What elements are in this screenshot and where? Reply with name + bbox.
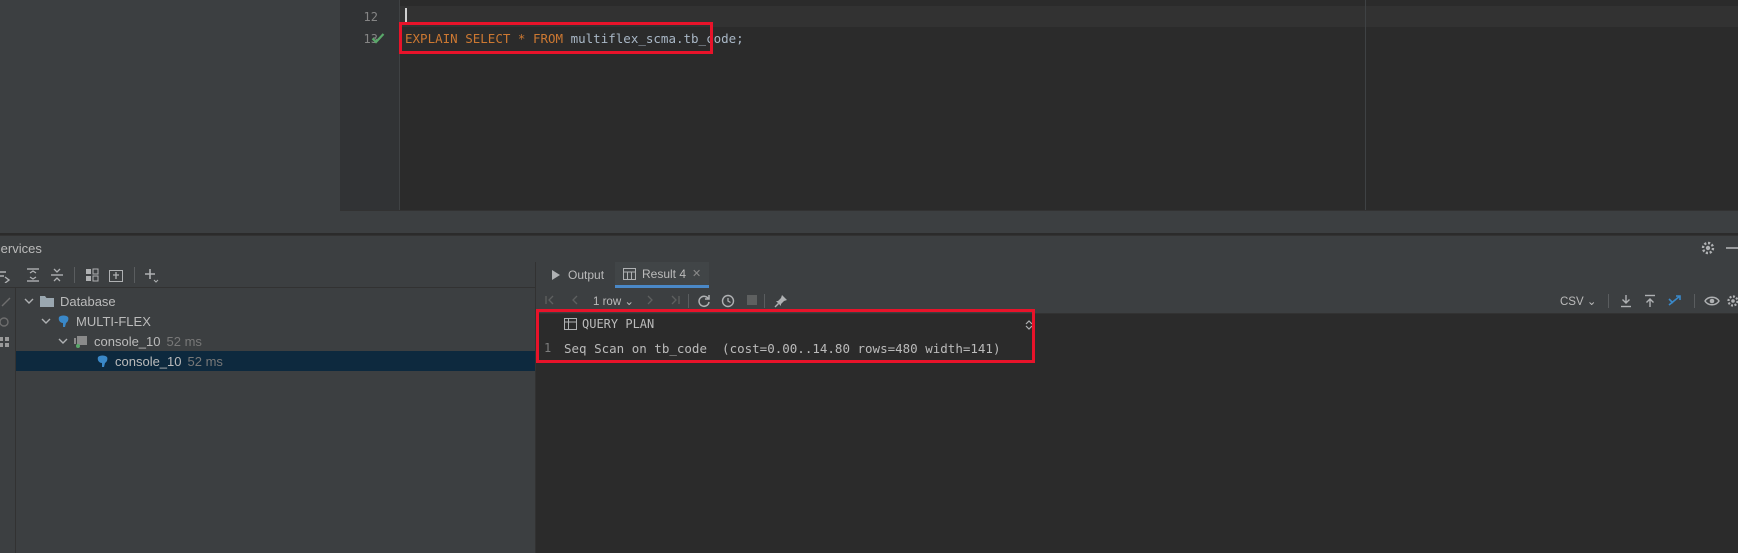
minimize-icon[interactable] <box>1726 241 1738 255</box>
toolbar-separator <box>134 267 135 283</box>
tree-node-console-selected[interactable]: console_10 52 ms <box>16 351 535 371</box>
export-format: CSV <box>1560 296 1584 308</box>
services-toolbar <box>0 262 535 288</box>
tree-label: console_10 <box>115 353 182 369</box>
services-panel: Services <box>0 235 1738 553</box>
postgres-icon <box>58 315 69 327</box>
output-icon <box>552 270 560 280</box>
tree-node-database[interactable]: Database <box>16 291 535 311</box>
toolbar-separator <box>764 294 765 308</box>
clock-icon[interactable] <box>721 294 735 308</box>
layout-icon[interactable] <box>0 336 10 348</box>
rows-count: 1 row <box>593 296 622 308</box>
group-by-icon[interactable] <box>84 267 100 283</box>
close-icon[interactable]: ✕ <box>692 267 701 280</box>
panel-title: Services <box>0 241 42 256</box>
rows-per-page-select[interactable]: 1 row ⌄ <box>593 294 634 308</box>
chevron-down-icon[interactable] <box>58 336 68 346</box>
highlight-box-sql <box>399 22 713 54</box>
add-service-icon[interactable] <box>143 267 159 283</box>
highlight-box-result <box>536 309 1035 363</box>
expand-all-icon[interactable] <box>25 267 41 283</box>
last-page-icon[interactable] <box>669 294 681 306</box>
editor-gutter: 12 13 <box>340 0 400 210</box>
eye-icon[interactable] <box>1704 294 1720 308</box>
editor-status-strip <box>340 210 1738 233</box>
tree-label: Database <box>60 293 116 309</box>
refresh-icon[interactable] <box>697 294 711 308</box>
chevron-down-icon[interactable] <box>41 316 51 326</box>
checkmark-icon <box>371 33 385 44</box>
chevron-down-icon[interactable] <box>24 296 34 306</box>
execution-time: 52 ms <box>187 353 223 369</box>
line-number: 12 <box>363 10 378 24</box>
tree-label: MULTI-FLEX <box>76 313 151 329</box>
next-page-icon[interactable] <box>644 294 656 306</box>
folder-icon <box>40 296 54 307</box>
stop-icon[interactable] <box>746 294 758 306</box>
edit-icon[interactable] <box>0 296 12 308</box>
compare-icon[interactable] <box>1667 294 1683 308</box>
upload-icon[interactable] <box>1643 294 1657 308</box>
right-margin-guide <box>1365 0 1366 210</box>
run-icon[interactable] <box>0 267 12 283</box>
result-grid[interactable]: QUERY PLAN 1 Seq Scan on tb_code (cost=0… <box>536 309 1738 553</box>
first-page-icon[interactable] <box>544 294 556 306</box>
table-icon <box>623 267 636 280</box>
collapse-all-icon[interactable] <box>49 267 65 283</box>
new-group-icon[interactable] <box>108 267 124 283</box>
tree-node-connection[interactable]: MULTI-FLEX <box>16 311 535 331</box>
services-header: Services <box>0 236 1738 262</box>
tab-result-4[interactable]: Result 4 ✕ <box>615 262 710 288</box>
tab-output[interactable]: Output <box>542 262 612 288</box>
results-tabs: Output Result 4 ✕ <box>536 262 1738 288</box>
tree-label: console_10 <box>94 333 161 349</box>
export-format-select[interactable]: CSV ⌄ <box>1560 294 1597 308</box>
pin-icon[interactable] <box>774 294 788 308</box>
left-panel-background <box>0 0 340 233</box>
settings-icon[interactable] <box>1726 294 1738 308</box>
tab-label: Output <box>568 268 605 282</box>
download-icon[interactable] <box>1619 294 1633 308</box>
results-panel: Output Result 4 ✕ 1 row ⌄ CSV ⌄ QUERY PL… <box>536 262 1738 553</box>
toolbar-separator <box>1608 294 1609 308</box>
toolbar-separator <box>74 267 75 283</box>
previous-page-icon[interactable] <box>569 294 581 306</box>
tab-label: Result 4 <box>642 266 687 281</box>
tree-node-session[interactable]: console_10 52 ms <box>16 331 535 351</box>
execution-time: 52 ms <box>166 333 202 349</box>
side-action-strip <box>0 288 16 553</box>
sql-editor[interactable]: 12 13 EXPLAIN SELECT * FROM multiflex_sc… <box>340 0 1738 233</box>
console-icon <box>74 335 87 348</box>
text-caret <box>405 8 407 22</box>
toolbar-separator <box>1694 294 1695 308</box>
circle-icon[interactable] <box>0 316 10 328</box>
gear-icon[interactable] <box>1700 240 1716 256</box>
postgres-icon <box>97 355 108 367</box>
services-tree: Database MULTI-FLEX console_10 52 ms con… <box>16 289 535 553</box>
toolbar-separator <box>688 294 689 308</box>
